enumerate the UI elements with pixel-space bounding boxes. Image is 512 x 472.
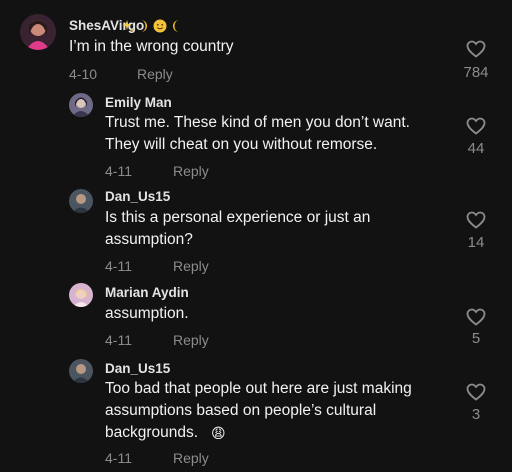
comment-item: Dan_Us15 Is this a personal experience o… [0,186,512,282]
avatar[interactable] [69,189,93,213]
reply-button[interactable]: Reply [173,258,209,274]
comment-item: Marian Aydin assumption. 4-11 Reply 5 [0,282,512,356]
comment-text: They will cheat on you without remorse. [105,136,378,153]
heart-icon[interactable] [466,211,486,229]
smiley-face-icon [153,19,167,33]
weary-face-emoji: 😩 [211,425,226,441]
comment-date: 4-10 [69,66,98,82]
sparkles-icon [122,20,134,32]
comment-date: 4-11 [105,258,132,274]
crescent-moon-icon [173,20,179,32]
comment-text: assumption. [105,305,189,322]
username[interactable]: Dan_Us15 [105,361,170,376]
comment-text: assumption? [105,231,193,248]
comment-date: 4-11 [105,332,132,348]
reply-button[interactable]: Reply [137,66,173,82]
heart-icon[interactable] [466,40,486,58]
reply-button[interactable]: Reply [173,163,209,179]
username-badges [121,17,182,35]
comment-date: 4-11 [105,163,132,179]
comment-item: Dan_Us15 Too bad that people out here ar… [0,356,512,472]
avatar[interactable] [69,359,93,383]
avatar[interactable] [20,14,56,50]
like-count: 14 [467,234,485,251]
like-count: 44 [467,140,485,157]
comment-text: Too bad that people out here are just ma… [105,380,412,397]
username[interactable]: Marian Aydin [105,285,189,300]
like-count: 3 [471,406,481,423]
like-count: 784 [463,64,489,81]
comment-text: backgrounds. [105,424,199,441]
comment-text: Trust me. These kind of men you don’t wa… [105,114,410,131]
heart-icon[interactable] [466,308,486,326]
comment-item: Emily Man Trust me. These kind of men yo… [0,90,512,186]
comment-text: I’m in the wrong country [69,38,234,55]
avatar[interactable] [69,93,93,117]
heart-icon[interactable] [466,117,486,135]
comment-text: Is this a personal experience or just an [105,209,371,226]
heart-icon[interactable] [466,383,486,401]
comment-date: 4-11 [105,450,132,466]
crescent-moon-icon [141,20,147,32]
comment-thread: ShesAVirgo I’m in the wrong country 4-10… [0,0,512,472]
username[interactable]: Dan_Us15 [105,189,170,204]
comment-item: ShesAVirgo I’m in the wrong country 4-10… [0,0,512,90]
reply-button[interactable]: Reply [173,450,209,466]
reply-button[interactable]: Reply [173,332,209,348]
like-count: 5 [471,330,481,347]
username[interactable]: Emily Man [105,95,172,110]
comment-text: assumptions based on people’s cultural [105,402,377,419]
avatar[interactable] [69,283,93,307]
